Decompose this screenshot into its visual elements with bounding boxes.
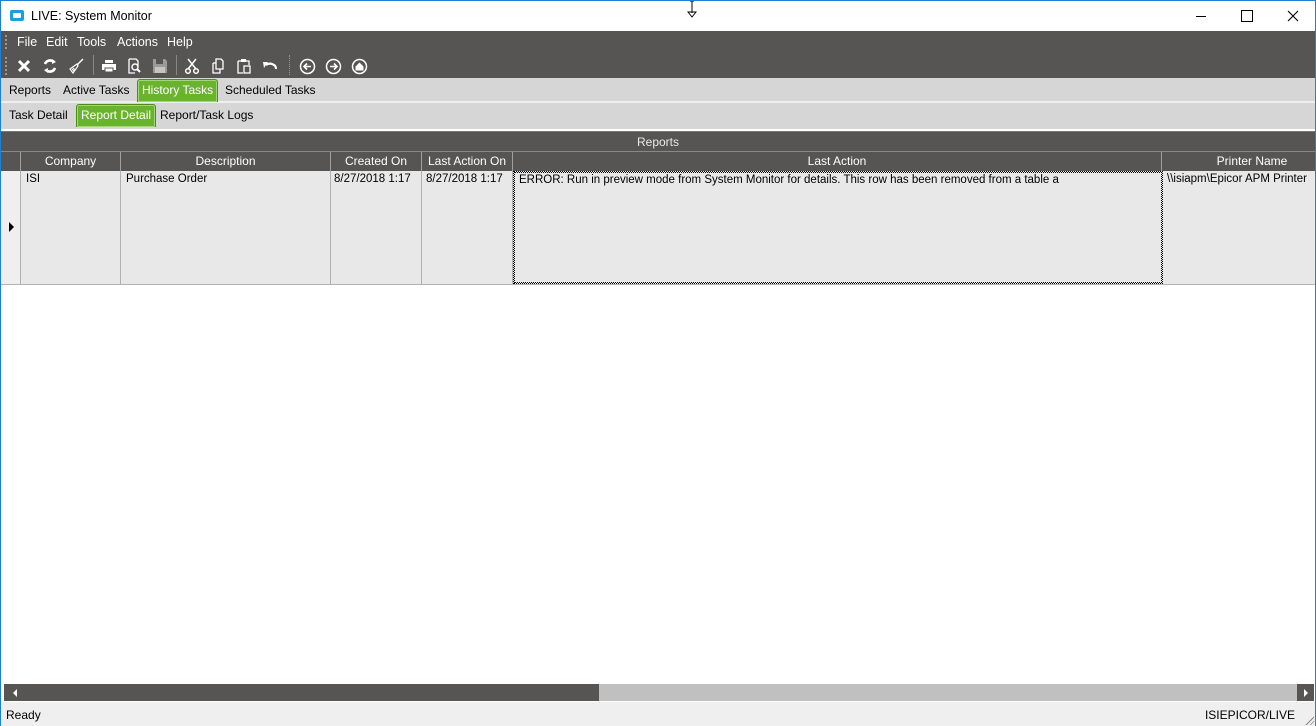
sub-tab-bar: Task Detail Report Detail Report/Task Lo… (1, 103, 1315, 129)
column-header-created-on[interactable]: Created On (331, 152, 422, 171)
menu-grip[interactable] (5, 35, 7, 49)
tab-history-tasks[interactable]: History Tasks (137, 79, 219, 102)
menu-actions[interactable]: Actions (117, 35, 158, 49)
header-row-selector (1, 152, 21, 171)
column-header-description[interactable]: Description (121, 152, 331, 171)
column-header-last-action[interactable]: Last Action (513, 152, 1162, 171)
menu-bar: File Edit Tools Actions Help (1, 31, 1315, 53)
tab-active-tasks[interactable]: Active Tasks (63, 83, 129, 97)
cut-button[interactable] (181, 55, 203, 77)
status-text: Ready (6, 708, 41, 722)
maximize-button[interactable] (1224, 1, 1270, 31)
close-button[interactable] (1270, 1, 1316, 31)
scroll-right-button[interactable] (1297, 684, 1314, 701)
menu-file[interactable]: File (17, 35, 37, 49)
tab-reports[interactable]: Reports (9, 83, 51, 97)
undo-button[interactable] (259, 55, 281, 77)
resize-grip[interactable] (1304, 715, 1314, 725)
app-icon (10, 10, 24, 21)
arrow-right-circle-icon (325, 58, 341, 74)
tab-report-detail[interactable]: Report Detail (76, 104, 157, 127)
toolbar-separator (176, 55, 177, 75)
resize-cursor-icon (687, 1, 697, 18)
horizontal-scrollbar[interactable] (4, 684, 1314, 701)
delete-button[interactable] (13, 55, 35, 77)
column-header-last-action-on[interactable]: Last Action On (422, 152, 513, 171)
close-icon (1287, 10, 1299, 22)
system-monitor-window: LIVE: System Monitor File Edit Tools Act… (0, 0, 1316, 726)
toolbar-separator (93, 55, 94, 75)
cell-created-on[interactable]: 8/27/2018 1:17 (331, 171, 422, 284)
home-button[interactable] (348, 55, 370, 77)
print-preview-icon (128, 58, 141, 74)
undo-icon (263, 62, 278, 70)
paste-button[interactable] (233, 55, 255, 77)
paste-icon (237, 59, 251, 74)
column-header-company[interactable]: Company (21, 152, 121, 171)
cell-last-action-on[interactable]: 8/27/2018 1:17 (422, 171, 513, 284)
broom-icon (69, 58, 84, 74)
copy-icon (212, 58, 224, 74)
tab-task-detail[interactable]: Task Detail (9, 108, 68, 122)
refresh-button[interactable] (39, 55, 61, 77)
save-button[interactable] (149, 55, 171, 77)
copy-button[interactable] (207, 55, 229, 77)
print-preview-button[interactable] (123, 55, 145, 77)
scroll-left-button[interactable] (8, 684, 22, 701)
status-bar: Ready ISIEPICOR/LIVE (1, 702, 1315, 726)
toolbar-separator (289, 55, 290, 75)
minimize-button[interactable] (1178, 1, 1224, 31)
print-button[interactable] (98, 55, 120, 77)
scissors-icon (184, 58, 200, 74)
cell-company[interactable]: ISI (21, 171, 121, 284)
cell-description[interactable]: Purchase Order (121, 171, 331, 284)
tab-report-task-logs[interactable]: Report/Task Logs (160, 108, 253, 122)
toolbar-grip[interactable] (5, 57, 7, 75)
x-icon (17, 59, 31, 73)
menu-edit[interactable]: Edit (46, 35, 68, 49)
forward-button[interactable] (322, 55, 344, 77)
save-icon (153, 59, 167, 73)
printer-icon (102, 60, 116, 73)
menu-tools[interactable]: Tools (77, 35, 106, 49)
toolbar (1, 53, 1315, 78)
current-row-arrow-icon (9, 222, 14, 232)
main-tab-bar: Reports Active Tasks History Tasks Sched… (1, 78, 1315, 103)
scrollbar-thumb[interactable] (4, 684, 599, 701)
column-header-printer-name[interactable]: Printer Name (1162, 152, 1316, 171)
tab-scheduled-tasks[interactable]: Scheduled Tasks (225, 83, 316, 97)
home-circle-icon (351, 58, 367, 74)
window-title: LIVE: System Monitor (31, 9, 152, 23)
refresh-icon (43, 59, 57, 73)
table-row[interactable]: ISI Purchase Order 8/27/2018 1:17 8/27/2… (1, 171, 1315, 285)
row-selector[interactable] (1, 171, 21, 284)
cell-printer-name[interactable]: \\isiapm\Epicor APM Printer (1163, 171, 1315, 284)
connection-text: ISIEPICOR/LIVE (1204, 708, 1295, 722)
title-bar: LIVE: System Monitor (1, 1, 1315, 31)
clear-button[interactable] (65, 55, 87, 77)
grid-caption: Reports (1, 131, 1315, 151)
menu-help[interactable]: Help (167, 35, 193, 49)
cell-last-action[interactable]: ERROR: Run in preview mode from System M… (513, 171, 1163, 284)
back-button[interactable] (296, 55, 318, 77)
arrow-left-circle-icon (299, 58, 315, 74)
grid-header: Company Description Created On Last Acti… (1, 151, 1315, 171)
